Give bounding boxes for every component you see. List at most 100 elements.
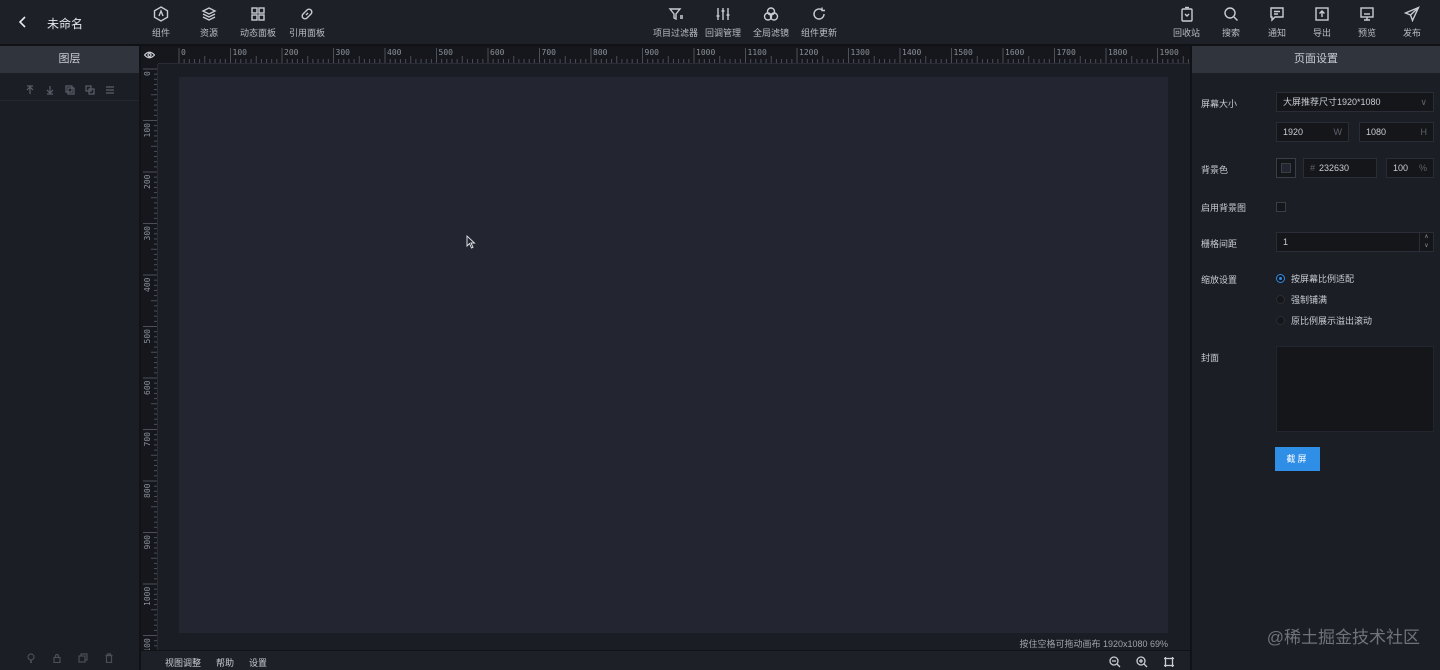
ungroup-icon bbox=[84, 84, 95, 95]
app: 未命名 组件 资源 动态面板 引用面板 项目过滤器 回调管理 全局滤镜 组件更新… bbox=[0, 0, 1440, 670]
back-button[interactable] bbox=[14, 13, 32, 31]
ruler-label: 1100 bbox=[748, 48, 767, 57]
ruler-label: 400 bbox=[143, 277, 152, 292]
ruler-label: 0 bbox=[181, 48, 186, 57]
screen-size-select[interactable]: 大屏推荐尺寸1920*1080 ∨ bbox=[1276, 92, 1434, 112]
copy-button[interactable] bbox=[78, 650, 88, 668]
reference-panel-button[interactable]: 引用面板 bbox=[289, 6, 325, 40]
search-button[interactable]: 搜索 bbox=[1222, 6, 1240, 40]
view-adjust-button[interactable]: 视图调整 bbox=[165, 656, 201, 669]
bulb-button[interactable] bbox=[26, 650, 36, 668]
scale-option-fill[interactable]: 强制铺满 bbox=[1276, 293, 1327, 305]
chevron-down-icon[interactable]: ∨ bbox=[1420, 242, 1433, 251]
enable-bg-image-checkbox[interactable] bbox=[1276, 202, 1286, 212]
publish-label: 发布 bbox=[1403, 28, 1422, 38]
search-icon bbox=[1224, 7, 1238, 21]
cover-image-slot[interactable] bbox=[1276, 346, 1434, 432]
preview-label: 预览 bbox=[1358, 28, 1377, 38]
export-label: 导出 bbox=[1313, 28, 1332, 38]
fit-screen-button[interactable] bbox=[1163, 655, 1175, 667]
ruler-label: 300 bbox=[336, 48, 351, 57]
callback-manage-button[interactable]: 回调管理 bbox=[705, 6, 741, 40]
export-button[interactable]: 导出 bbox=[1313, 6, 1331, 40]
height-value: 1080 bbox=[1366, 127, 1387, 137]
ruler-label: 1900 bbox=[1160, 48, 1179, 57]
screen-size-value: 大屏推荐尺寸1920*1080 bbox=[1283, 97, 1381, 107]
project-title: 未命名 bbox=[47, 17, 84, 31]
top-toolbar: 未命名 组件 资源 动态面板 引用面板 项目过滤器 回调管理 全局滤镜 组件更新… bbox=[0, 0, 1440, 45]
ruler-label: 1300 bbox=[851, 48, 870, 57]
circles-icon bbox=[763, 7, 779, 21]
bg-color-input[interactable]: #232630 bbox=[1303, 158, 1377, 178]
ruler-label: 1000 bbox=[143, 587, 152, 606]
bottom-bar: 视图调整 帮助 设置 bbox=[141, 650, 1190, 670]
components-label: 组件 bbox=[152, 28, 171, 38]
group-icon bbox=[64, 84, 75, 95]
vertical-ruler-ticks: 0 100 200 300 400 500 600 700 800 900 1000 1100 bbox=[143, 68, 157, 650]
height-suffix: H bbox=[1420, 127, 1428, 137]
grid-spacing-input[interactable]: 1 ∧ ∨ bbox=[1276, 232, 1434, 252]
project-filter-label: 项目过滤器 bbox=[653, 28, 699, 38]
delete-button[interactable] bbox=[104, 650, 114, 668]
screenshot-button[interactable]: 截屏 bbox=[1275, 447, 1320, 471]
scale-option-fit[interactable]: 按屏幕比例适配 bbox=[1276, 272, 1354, 284]
components-button[interactable]: 组件 bbox=[152, 6, 170, 40]
zoom-in-button[interactable] bbox=[1136, 655, 1148, 668]
grid-spacing-label: 栅格间距 bbox=[1201, 239, 1238, 249]
chevron-up-icon[interactable]: ∧ bbox=[1420, 233, 1433, 242]
bg-opacity-value: 100 bbox=[1393, 163, 1409, 173]
ruler-label: 900 bbox=[143, 535, 152, 550]
scale-option-original-label: 原比例展示溢出滚动 bbox=[1291, 315, 1373, 326]
move-up-button[interactable] bbox=[25, 82, 35, 94]
scale-option-original[interactable]: 原比例展示溢出滚动 bbox=[1276, 314, 1372, 326]
project-filter-button[interactable]: 项目过滤器 bbox=[653, 6, 698, 40]
ruler-label: 1700 bbox=[1057, 48, 1076, 57]
callback-manage-label: 回调管理 bbox=[705, 28, 742, 38]
bg-color-swatch[interactable] bbox=[1276, 158, 1296, 178]
resources-button[interactable]: 资源 bbox=[200, 6, 218, 40]
list-button[interactable] bbox=[105, 82, 115, 94]
grid-spacing-stepper[interactable]: ∧ ∨ bbox=[1419, 233, 1433, 251]
ruler-label: 900 bbox=[645, 48, 660, 57]
lock-icon bbox=[53, 653, 61, 664]
canvas-area[interactable]: 0 100 200 300 400 500 600 700 800 900 1000 1100 1200… bbox=[141, 46, 1190, 650]
chevron-down-icon: ∨ bbox=[1420, 97, 1427, 107]
width-suffix: W bbox=[1333, 127, 1343, 137]
width-input[interactable]: 1920 W bbox=[1276, 122, 1349, 142]
zoom-out-button[interactable] bbox=[1109, 655, 1121, 668]
design-screen[interactable] bbox=[179, 77, 1168, 633]
bg-color-label: 背景色 bbox=[1201, 165, 1229, 175]
resources-label: 资源 bbox=[200, 28, 219, 38]
help-button[interactable]: 帮助 bbox=[216, 656, 234, 669]
bulb-icon bbox=[27, 653, 35, 664]
publish-button[interactable]: 发布 bbox=[1403, 6, 1421, 40]
move-down-button[interactable] bbox=[45, 82, 55, 95]
percent-suffix: % bbox=[1418, 163, 1427, 173]
ruler-label: 500 bbox=[439, 48, 454, 57]
dynamic-panel-button[interactable]: 动态面板 bbox=[240, 6, 276, 40]
trash-icon bbox=[1180, 6, 1193, 22]
layer-footer-toolbar bbox=[0, 648, 140, 670]
layers-icon bbox=[201, 7, 217, 21]
recycle-bin-label: 回收站 bbox=[1173, 28, 1201, 38]
height-input[interactable]: 1080 H bbox=[1359, 122, 1434, 142]
ruler-label: 600 bbox=[143, 380, 152, 395]
notification-button[interactable]: 通知 bbox=[1268, 6, 1286, 40]
ruler-toggle[interactable] bbox=[141, 46, 158, 64]
global-filter-button[interactable]: 全局滤镜 bbox=[753, 6, 789, 40]
component-icon bbox=[153, 6, 169, 22]
ruler-label: 1600 bbox=[1005, 48, 1024, 57]
message-icon bbox=[1270, 7, 1284, 22]
send-icon bbox=[1404, 6, 1420, 22]
settings-button[interactable]: 设置 bbox=[249, 656, 267, 669]
ruler-label: 1200 bbox=[799, 48, 818, 57]
component-update-button[interactable]: 组件更新 bbox=[801, 6, 837, 40]
grid-icon bbox=[251, 7, 265, 21]
lock-button[interactable] bbox=[52, 650, 62, 668]
ungroup-button[interactable] bbox=[84, 82, 95, 95]
bg-opacity-input[interactable]: 100 % bbox=[1386, 158, 1434, 178]
preview-button[interactable]: 预览 bbox=[1358, 6, 1376, 40]
recycle-bin-button[interactable]: 回收站 bbox=[1173, 6, 1200, 40]
group-button[interactable] bbox=[64, 82, 75, 95]
monitor-icon bbox=[1360, 7, 1374, 21]
